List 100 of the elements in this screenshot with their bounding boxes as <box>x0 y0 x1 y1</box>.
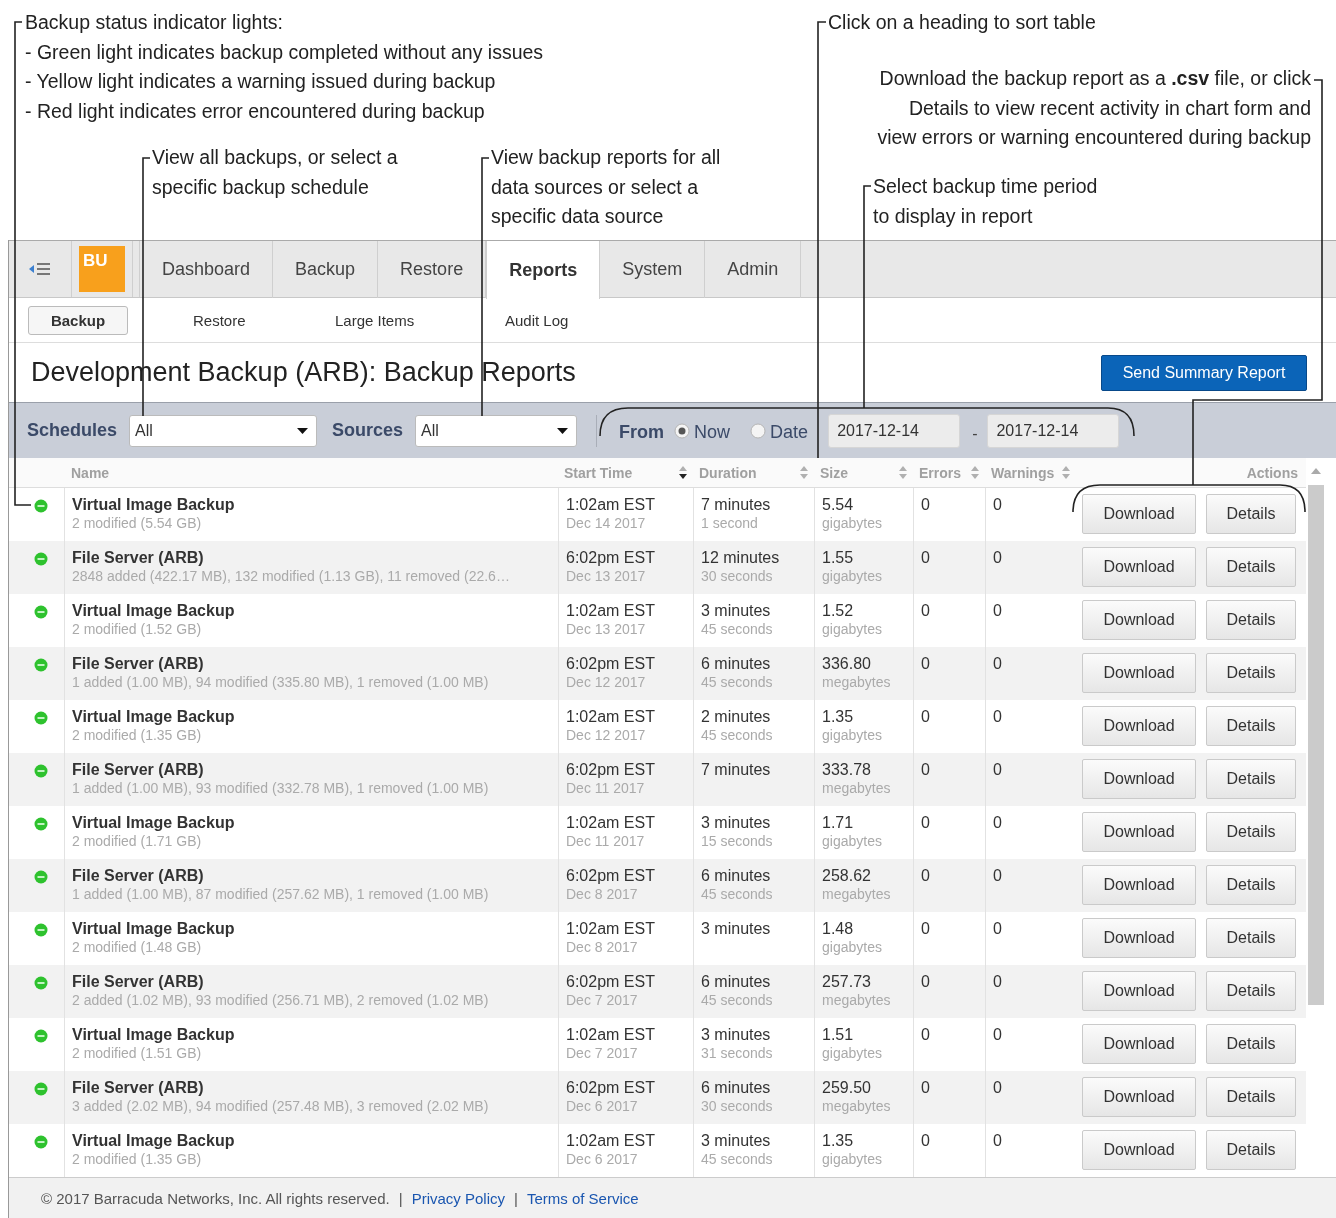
download-button[interactable]: Download <box>1082 1077 1196 1117</box>
cell-subtext: Dec 13 2017 <box>566 620 647 639</box>
cell-text: File Server (ARB) <box>72 548 205 567</box>
separator: | <box>398 1189 403 1207</box>
download-button[interactable]: Download <box>1082 971 1196 1011</box>
cell-text: 0 <box>921 866 931 885</box>
cell-text: 1:02am EST <box>566 1025 656 1044</box>
cell-subtext: 31 seconds <box>701 1044 774 1063</box>
filter-label: Schedules <box>27 420 118 441</box>
callout-text: Click on a heading to sort table <box>828 10 1096 35</box>
details-button[interactable]: Details <box>1206 1077 1296 1117</box>
cell-text: 0 <box>993 813 1003 832</box>
download-button[interactable]: Download <box>1082 600 1196 640</box>
cell-subtext: 2 modified (1.35 GB) <box>72 726 203 745</box>
cell-subtext: 2848 added (422.17 MB), 132 modified (1.13 GB), 11 removed (22.6… <box>72 567 511 586</box>
range-separator: - <box>972 424 978 443</box>
details-button[interactable]: Details <box>1206 865 1296 905</box>
cell-text: 3 minutes <box>701 1025 772 1044</box>
details-button[interactable]: Details <box>1206 600 1296 640</box>
details-button[interactable]: Details <box>1206 547 1296 587</box>
date-to-field[interactable]: 2017-12-14 <box>987 413 1120 448</box>
callout-text: View all backups, or select a specific backup schedule <box>152 145 398 200</box>
cell-text: 1.52 <box>822 601 855 620</box>
cell-subtext: 45 seconds <box>701 673 774 692</box>
cell-subtext: 1 added (1.00 MB), 94 modified (335.80 MB), 1 removed (1.00 MB) <box>72 673 490 692</box>
download-button[interactable]: Download <box>1082 653 1196 693</box>
details-button[interactable]: Details <box>1206 494 1296 534</box>
cell-subtext: 45 seconds <box>701 726 774 745</box>
download-button[interactable]: Download <box>1082 1024 1196 1064</box>
details-button[interactable]: Details <box>1206 1130 1296 1170</box>
cell-subtext: 2 modified (5.54 GB) <box>72 514 203 533</box>
download-button[interactable]: Download <box>1082 812 1196 852</box>
copyright-text: © 2017 Barracuda Networks, Inc. All rights reserved. <box>41 1189 390 1207</box>
cell-text: File Server (ARB) <box>72 1078 205 1097</box>
cell-text: 1:02am EST <box>566 707 656 726</box>
scroll-thumb[interactable] <box>1308 485 1324 1005</box>
cell-subtext: 2 modified (1.51 GB) <box>72 1044 203 1063</box>
cell-text: 1.48 <box>822 919 855 938</box>
download-button[interactable]: Download <box>1082 706 1196 746</box>
filter-label: Sources <box>332 420 404 441</box>
download-button[interactable]: Download <box>1082 494 1196 534</box>
download-button[interactable]: Download <box>1082 865 1196 905</box>
cell-text: 6 minutes <box>701 1078 772 1097</box>
cell-text: Virtual Image Backup <box>72 1025 236 1044</box>
download-button[interactable]: Download <box>1082 918 1196 958</box>
details-button[interactable]: Details <box>1206 812 1296 852</box>
scroll-up-arrow-icon[interactable] <box>1311 468 1321 474</box>
download-button[interactable]: Download <box>1082 759 1196 799</box>
date-from-field[interactable]: 2017-12-14 <box>828 413 961 448</box>
cell-text: 6:02pm EST <box>566 760 656 779</box>
nav-tab[interactable]: System <box>600 241 706 298</box>
send-summary-report-button[interactable]: Send Summary Report <box>1101 354 1307 391</box>
details-button[interactable]: Details <box>1206 971 1296 1011</box>
nav-tab[interactable]: Dashboard <box>140 241 274 298</box>
footer-link[interactable]: Privacy Policy <box>411 1189 505 1207</box>
cell-text: 12 minutes <box>701 548 781 567</box>
cell-subtext: 45 seconds <box>701 620 774 639</box>
cell-subtext: gigabytes <box>822 832 883 851</box>
radio-button[interactable] <box>750 422 767 439</box>
cell-text: 2 minutes <box>701 707 772 726</box>
details-button[interactable]: Details <box>1206 653 1296 693</box>
sources-dropdown[interactable]: All <box>415 414 578 447</box>
radio-button[interactable] <box>674 422 691 439</box>
schedules-dropdown[interactable]: All <box>129 414 318 447</box>
cell-subtext: 30 seconds <box>701 567 774 586</box>
nav-tab[interactable]: Reports <box>486 241 601 299</box>
sub-tab[interactable]: Large Items <box>335 311 505 329</box>
cell-subtext: gigabytes <box>822 1044 883 1063</box>
cell-text: 0 <box>921 972 931 991</box>
cell-text: 1.35 <box>822 1131 855 1150</box>
cell-text: 0 <box>921 1025 931 1044</box>
nav-tab[interactable]: Admin <box>705 241 802 298</box>
cell-subtext: 3 added (2.02 MB), 94 modified (257.48 MB), 3 removed (2.02 MB) <box>72 1097 490 1116</box>
radio-label: Date <box>770 422 809 443</box>
cell-text: File Server (ARB) <box>72 972 205 991</box>
details-button[interactable]: Details <box>1206 1024 1296 1064</box>
details-button[interactable]: Details <box>1206 759 1296 799</box>
sub-tab[interactable]: Backup <box>28 305 128 335</box>
cell-text: Virtual Image Backup <box>72 813 236 832</box>
cell-text: Virtual Image Backup <box>72 919 236 938</box>
sub-tab[interactable]: Audit Log <box>505 311 625 329</box>
details-button[interactable]: Details <box>1206 918 1296 958</box>
details-button[interactable]: Details <box>1206 706 1296 746</box>
collapse-menu-icon[interactable] <box>29 262 51 276</box>
cell-text: 6 minutes <box>701 654 772 673</box>
sub-tab[interactable]: Restore <box>193 311 335 329</box>
nav-tab[interactable]: Backup <box>273 241 379 298</box>
download-button[interactable]: Download <box>1082 547 1196 587</box>
cell-text: 0 <box>993 548 1003 567</box>
cell-text: 0 <box>993 654 1003 673</box>
download-button[interactable]: Download <box>1082 1130 1196 1170</box>
cell-text: 0 <box>993 601 1003 620</box>
cell-text: 0 <box>921 760 931 779</box>
cell-subtext: megabytes <box>822 673 892 692</box>
footer-link[interactable]: Terms of Service <box>526 1189 639 1207</box>
cell-text: 0 <box>993 972 1003 991</box>
callout-text: View backup reports for all data sources or select a specific data source <box>491 145 721 229</box>
cell-text: 6:02pm EST <box>566 866 656 885</box>
cell-subtext: 2 added (1.02 MB), 93 modified (256.71 MB), 2 removed (1.02 MB) <box>72 991 490 1010</box>
sort-icon[interactable] <box>679 466 687 479</box>
